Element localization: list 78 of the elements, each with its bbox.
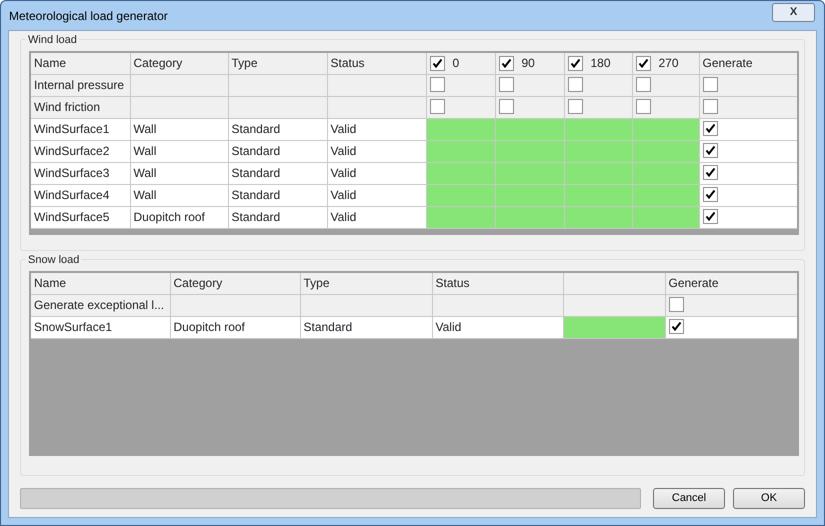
table-cell: Duopitch roof	[130, 206, 228, 228]
checkbox[interactable]	[636, 99, 650, 114]
checkbox[interactable]	[702, 187, 718, 202]
ok-button[interactable]: OK	[733, 488, 805, 509]
checkbox[interactable]	[702, 121, 718, 136]
result-cell	[495, 206, 564, 228]
checkbox[interactable]	[430, 99, 444, 114]
table-cell: Standard	[228, 162, 327, 184]
table-cell: Standard	[300, 316, 432, 338]
checkbox[interactable]	[702, 165, 718, 180]
table-cell: Duopitch roof	[170, 316, 300, 338]
table-cell: WindSurface2	[30, 140, 130, 162]
checkbox[interactable]	[636, 77, 650, 92]
table-cell: Standard	[228, 206, 327, 228]
table-cell: Valid	[432, 316, 563, 338]
table-cell: Wall	[130, 162, 228, 184]
column-header: Generate	[665, 272, 798, 294]
checkbox[interactable]	[702, 99, 718, 114]
table-cell: Wall	[130, 184, 228, 206]
column-header: Type	[228, 52, 327, 74]
column-header: Name	[30, 52, 130, 74]
checkbox[interactable]	[702, 143, 718, 158]
checkbox[interactable]	[568, 56, 582, 71]
column-header: Category	[130, 52, 228, 74]
checkbox[interactable]	[668, 297, 684, 312]
checkbox[interactable]	[498, 56, 514, 71]
column-header: Name	[30, 272, 170, 294]
checkbox[interactable]	[668, 319, 684, 334]
result-cell	[426, 184, 495, 206]
checkbox[interactable]	[702, 209, 718, 224]
table-cell: Wind friction	[30, 96, 130, 118]
table-cell: Wall	[130, 140, 228, 162]
table-cell: Standard	[228, 140, 327, 162]
result-cell	[426, 162, 495, 184]
result-cell	[426, 140, 495, 162]
column-header: Type	[300, 272, 432, 294]
result-cell	[564, 184, 632, 206]
checkbox[interactable]	[636, 56, 650, 71]
checkbox[interactable]	[568, 77, 582, 92]
table-cell: Valid	[327, 140, 426, 162]
result-cell	[564, 162, 632, 184]
result-cell	[426, 206, 495, 228]
result-cell	[495, 140, 564, 162]
table-cell: Valid	[327, 184, 426, 206]
window-title: Meteorological load generator	[8, 8, 168, 24]
table-cell: WindSurface1	[30, 118, 130, 140]
column-header: Generate	[699, 52, 798, 74]
table-cell: Valid	[327, 118, 426, 140]
table-cell: Internal pressure	[30, 74, 130, 96]
table-cell: WindSurface5	[30, 206, 130, 228]
result-cell	[564, 140, 632, 162]
checkbox[interactable]	[498, 77, 514, 92]
checkbox[interactable]	[702, 77, 718, 92]
table-cell: WindSurface4	[30, 184, 130, 206]
table-cell: WindSurface3	[30, 162, 130, 184]
table-cell: Standard	[228, 118, 327, 140]
checkbox[interactable]	[430, 56, 444, 71]
result-cell	[495, 184, 564, 206]
table-cell: Valid	[327, 206, 426, 228]
column-header: Category	[170, 272, 300, 294]
column-header: 180	[590, 56, 611, 70]
column-header: 90	[522, 56, 535, 70]
result-cell	[564, 206, 632, 228]
column-header: Status	[327, 52, 426, 74]
column-header: 270	[658, 56, 679, 70]
checkbox[interactable]	[430, 77, 444, 92]
checkbox[interactable]	[568, 99, 582, 114]
checkbox[interactable]	[498, 99, 514, 114]
table-cell: Standard	[228, 184, 327, 206]
column-header: 0	[452, 56, 460, 70]
cancel-button[interactable]: Cancel	[653, 488, 725, 509]
result-cell	[495, 162, 564, 184]
column-header: Status	[432, 272, 563, 294]
table-cell: Generate exceptional l...	[30, 294, 170, 316]
table-cell: Valid	[327, 162, 426, 184]
table-cell: SnowSurface1	[30, 316, 170, 338]
close-button[interactable]: X	[772, 3, 815, 22]
table-cell: Wall	[130, 118, 228, 140]
